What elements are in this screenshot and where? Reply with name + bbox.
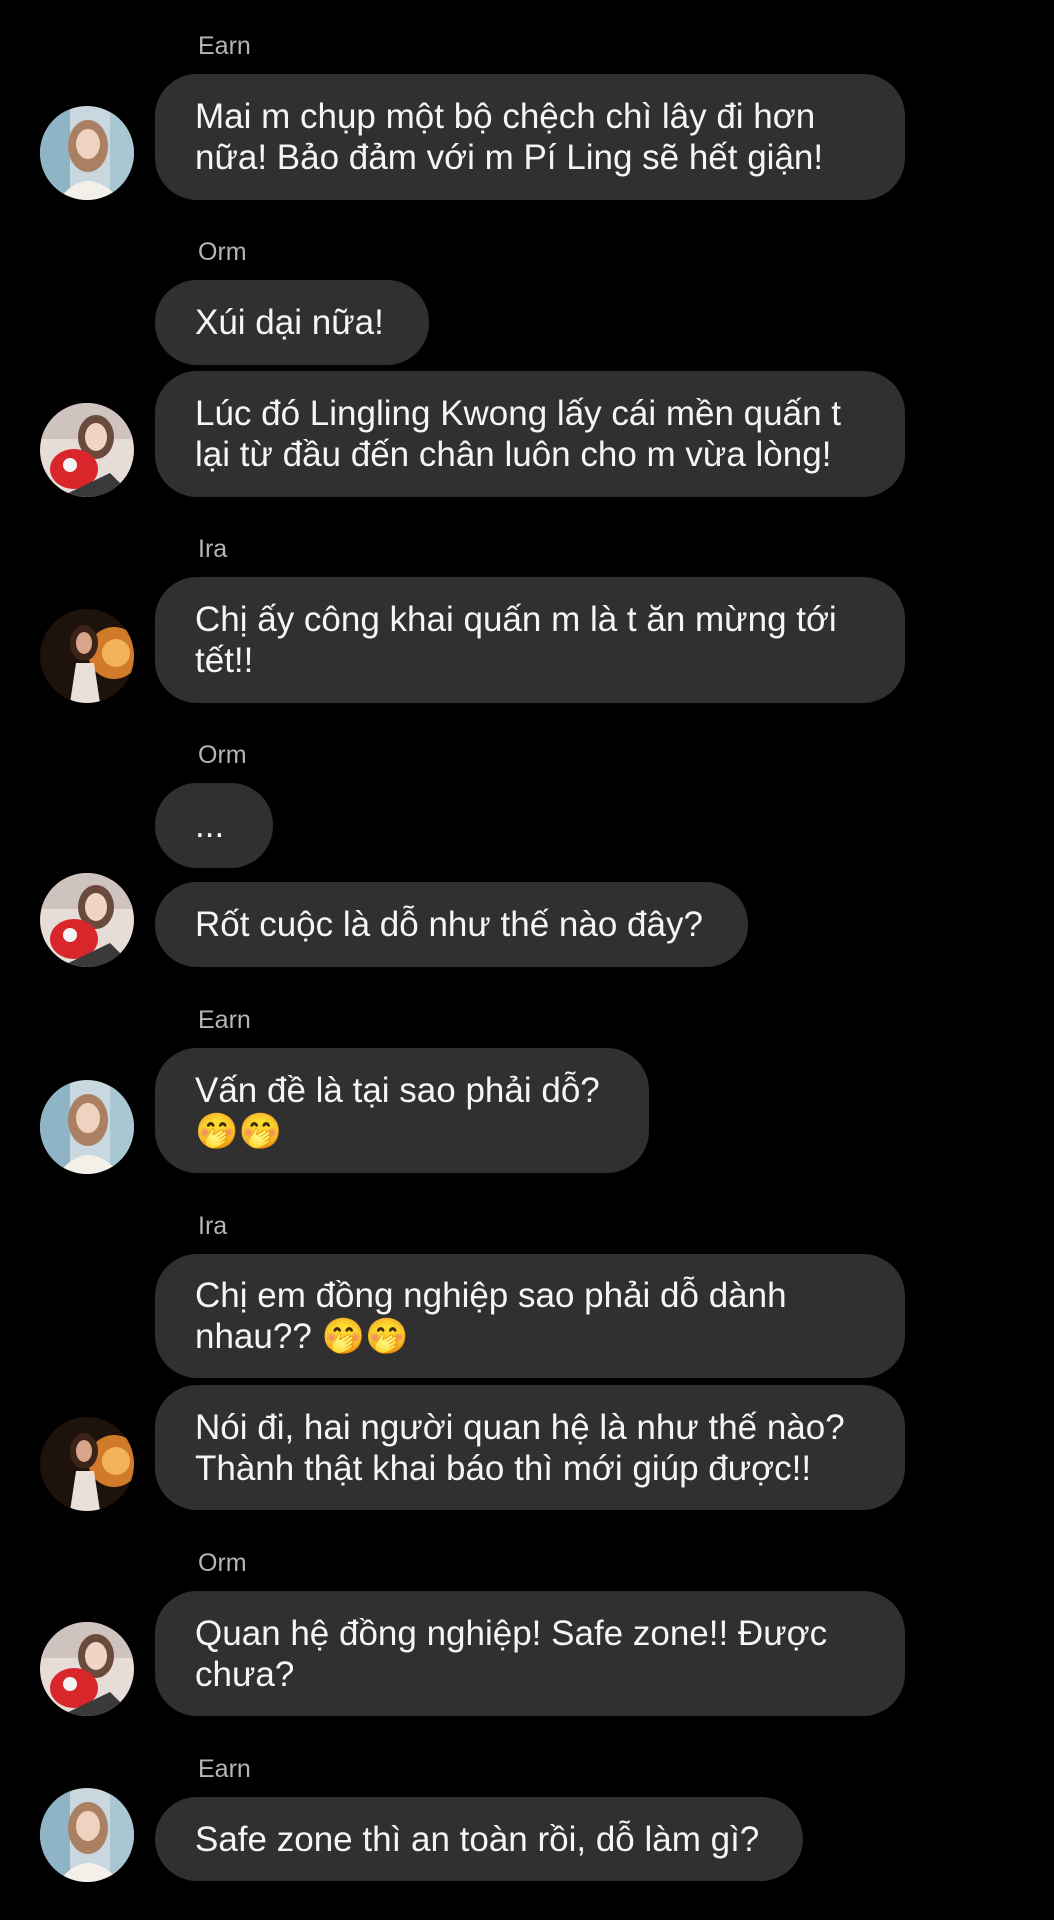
message-text: Nói đi, hai người quan hệ là như thế nào…	[195, 1407, 845, 1488]
message-bubble[interactable]: Safe zone thì an toàn rồi, dỗ làm gì?	[155, 1797, 803, 1881]
message-text: Mai m chụp một bộ chệch chì lây đi hơn n…	[195, 97, 824, 177]
chat-thread: Earn Mai m chụp một bộ chệch chì lây đi …	[0, 0, 1054, 1920]
sender-name: Orm	[198, 741, 247, 769]
sender-name: Earn	[198, 32, 251, 60]
ira-avatar[interactable]	[40, 609, 134, 703]
message-bubble[interactable]: Xúi dại nữa!	[155, 280, 429, 365]
message-bubble[interactable]: Quan hệ đồng nghiệp! Safe zone!! Được ch…	[155, 1591, 905, 1716]
message-bubble[interactable]: Nói đi, hai người quan hệ là như thế nào…	[155, 1385, 905, 1510]
message-text: Chị em đồng nghiệp sao phải dỗ dành nhau…	[195, 1276, 787, 1356]
message-text: ...	[195, 806, 225, 845]
message-text: Quan hệ đồng nghiệp! Safe zone!! Được ch…	[195, 1613, 828, 1694]
sender-name: Ira	[198, 1212, 228, 1240]
earn-avatar[interactable]	[40, 1080, 134, 1174]
earn-avatar[interactable]	[40, 1788, 134, 1882]
message-text: Lúc đó Lingling Kwong lấy cái mền quấn t…	[195, 394, 841, 474]
sender-name: Earn	[198, 1755, 251, 1783]
message-text: Chị ấy công khai quấn m là t ăn mừng tới…	[195, 600, 837, 680]
message-text: Vấn đề là tại sao phải dỗ? 🤭🤭	[195, 1070, 600, 1151]
message-text: Safe zone thì an toàn rồi, dỗ làm gì?	[195, 1819, 760, 1859]
sender-name: Orm	[198, 238, 247, 266]
orm-avatar[interactable]	[40, 1622, 134, 1716]
message-bubble[interactable]: Vấn đề là tại sao phải dỗ? 🤭🤭	[155, 1048, 649, 1173]
ira-avatar[interactable]	[40, 1417, 134, 1511]
message-bubble[interactable]: ...	[155, 783, 273, 868]
earn-avatar[interactable]	[40, 106, 134, 200]
sender-name: Ira	[198, 535, 228, 563]
orm-avatar[interactable]	[40, 873, 134, 967]
message-bubble[interactable]: Rốt cuộc là dỗ như thế nào đây?	[155, 882, 748, 967]
sender-name: Earn	[198, 1006, 251, 1034]
message-text: Rốt cuộc là dỗ như thế nào đây?	[195, 905, 703, 944]
message-bubble[interactable]: Mai m chụp một bộ chệch chì lây đi hơn n…	[155, 74, 905, 200]
orm-avatar[interactable]	[40, 403, 134, 497]
sender-name: Orm	[198, 1549, 247, 1577]
message-text: Xúi dại nữa!	[195, 303, 384, 342]
message-bubble[interactable]: Chị em đồng nghiệp sao phải dỗ dành nhau…	[155, 1254, 905, 1378]
message-bubble[interactable]: Chị ấy công khai quấn m là t ăn mừng tới…	[155, 577, 905, 703]
message-bubble[interactable]: Lúc đó Lingling Kwong lấy cái mền quấn t…	[155, 371, 905, 497]
